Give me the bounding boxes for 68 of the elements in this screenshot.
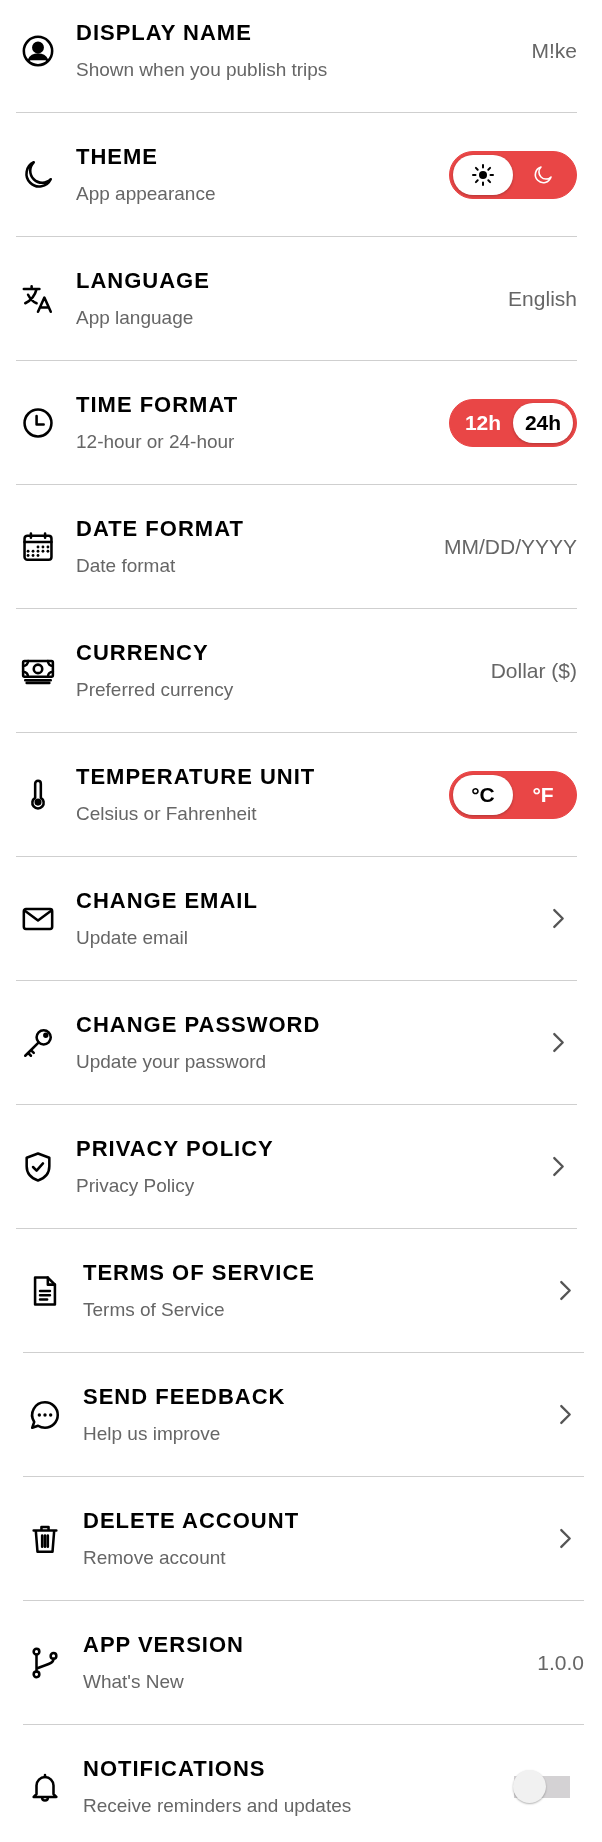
row-title: TIME FORMAT xyxy=(76,391,240,418)
settings-row[interactable]: TIME FORMAT 12-hour or 24-hour 12h 24h xyxy=(16,361,577,485)
row-value: Dollar ($) xyxy=(490,658,577,683)
row-subtitle: App language xyxy=(76,305,195,330)
row-title: SEND FEEDBACK xyxy=(83,1383,287,1410)
chevron-right-icon xyxy=(552,1156,565,1177)
row-subtitle: 12-hour or 24-hour xyxy=(76,429,236,454)
clock-icon xyxy=(21,405,55,440)
row-subtitle: Receive reminders and updates xyxy=(83,1793,353,1818)
settings-row[interactable]: LANGUAGE App language English xyxy=(16,237,577,361)
row-subtitle: Shown when you publish trips xyxy=(76,57,329,82)
settings-row[interactable]: NOTIFICATIONS Receive reminders and updates xyxy=(23,1725,584,1842)
segmented-control[interactable] xyxy=(449,150,577,199)
row-subtitle: Preferred currency xyxy=(76,677,235,702)
row-title: TERMS OF SERVICE xyxy=(83,1259,316,1286)
sun-icon xyxy=(471,162,495,187)
row-subtitle: Date format xyxy=(76,553,177,578)
row-value: M!ke xyxy=(531,38,577,63)
settings-row[interactable]: DISPLAY NAME Shown when you publish trips M!ke xyxy=(16,0,577,113)
row-title: TEMPERATURE UNIT xyxy=(76,763,317,790)
row-title: NOTIFICATIONS xyxy=(83,1755,267,1782)
row-subtitle: Update your password xyxy=(76,1049,268,1074)
settings-row[interactable]: APP VERSION What's New 1.0.0 xyxy=(23,1601,584,1725)
row-title: DELETE ACCOUNT xyxy=(83,1507,301,1534)
segment-option[interactable]: °F xyxy=(513,774,573,815)
row-title: PRIVACY POLICY xyxy=(76,1135,275,1162)
row-subtitle: Remove account xyxy=(83,1545,227,1570)
segmented-control[interactable]: °C °F xyxy=(449,770,577,819)
row-subtitle: What's New xyxy=(83,1669,185,1694)
segment-option[interactable]: 12h xyxy=(453,402,513,443)
chevron-right-icon xyxy=(559,1528,572,1549)
chevron-right-icon xyxy=(552,1032,565,1053)
row-subtitle: App appearance xyxy=(76,181,217,206)
settings-row[interactable]: CHANGE PASSWORD Update your password xyxy=(16,981,577,1105)
row-value: MM/DD/YYYY xyxy=(444,534,577,559)
settings-row[interactable]: TERMS OF SERVICE Terms of Service xyxy=(23,1229,584,1353)
settings-row[interactable]: THEME App appearance xyxy=(16,113,577,237)
settings-row[interactable]: SEND FEEDBACK Help us improve xyxy=(23,1353,584,1477)
row-title: LANGUAGE xyxy=(76,267,211,294)
segment-option[interactable]: 24h xyxy=(513,402,573,443)
row-subtitle: Update email xyxy=(76,925,189,950)
row-title: THEME xyxy=(76,143,159,170)
segment-option[interactable] xyxy=(453,154,513,195)
chevron-right-icon xyxy=(559,1280,572,1301)
row-subtitle: Terms of Service xyxy=(83,1297,226,1322)
user-icon xyxy=(21,33,55,68)
row-value: English xyxy=(508,286,577,311)
settings-row[interactable]: CHANGE EMAIL Update email xyxy=(16,857,577,981)
settings-row[interactable]: TEMPERATURE UNIT Celsius or Fahrenheit °C °F xyxy=(16,733,577,857)
settings-row[interactable]: CURRENCY Preferred currency Dollar ($) xyxy=(16,609,577,733)
row-value: 1.0.0 xyxy=(537,1650,584,1675)
chevron-right-icon xyxy=(559,1404,572,1425)
settings-row[interactable]: DELETE ACCOUNT Remove account xyxy=(23,1477,584,1601)
segment-option[interactable]: °C xyxy=(453,774,513,815)
row-subtitle: Privacy Policy xyxy=(76,1173,196,1198)
row-title: DISPLAY NAME xyxy=(76,19,253,46)
settings-row[interactable]: PRIVACY POLICY Privacy Policy xyxy=(16,1105,577,1229)
row-title: CHANGE EMAIL xyxy=(76,887,259,914)
segmented-control[interactable]: 12h 24h xyxy=(449,398,577,447)
row-title: APP VERSION xyxy=(83,1631,245,1658)
row-title: DATE FORMAT xyxy=(76,515,245,542)
row-subtitle: Help us improve xyxy=(83,1421,222,1446)
row-subtitle: Celsius or Fahrenheit xyxy=(76,801,258,826)
chevron-right-icon xyxy=(552,908,565,929)
settings-row[interactable]: DATE FORMAT Date format MM/DD/YYYY xyxy=(16,485,577,609)
row-title: CHANGE PASSWORD xyxy=(76,1011,322,1038)
calendar-icon xyxy=(21,529,55,564)
row-title: CURRENCY xyxy=(76,639,210,666)
